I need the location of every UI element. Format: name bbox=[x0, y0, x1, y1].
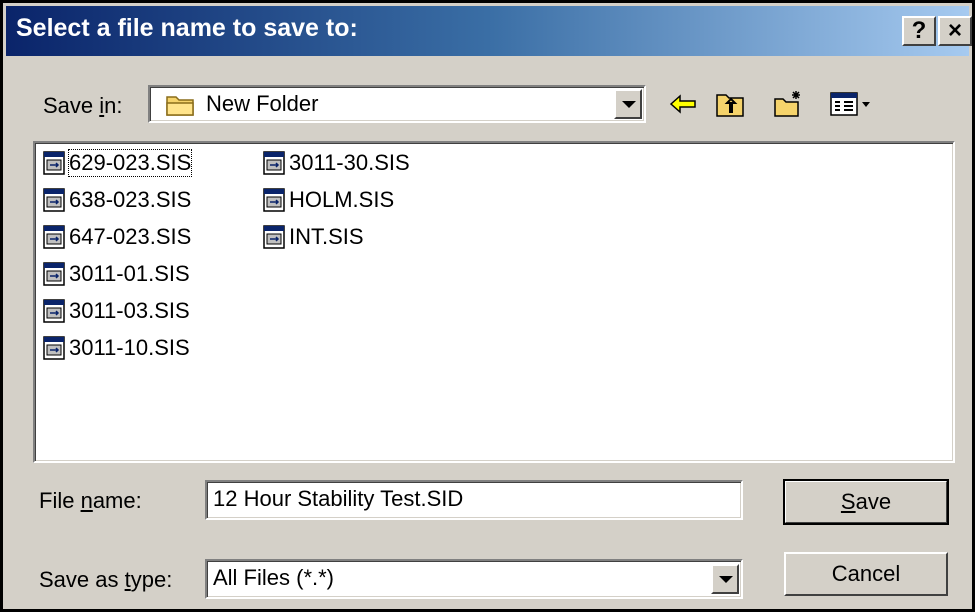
save-in-label: Save in: bbox=[43, 93, 123, 118]
file-list-item[interactable]: INT.SIS bbox=[263, 222, 364, 252]
sis-file-icon bbox=[263, 188, 285, 212]
file-name-text: 647-023.SIS bbox=[69, 224, 192, 249]
sis-file-icon bbox=[43, 225, 65, 249]
file-list-item[interactable]: 3011-03.SIS bbox=[43, 296, 190, 326]
sis-file-icon bbox=[263, 225, 285, 249]
file-name-text: 3011-30.SIS bbox=[289, 150, 410, 175]
file-name-text: 3011-03.SIS bbox=[69, 298, 190, 323]
close-button[interactable]: × bbox=[938, 16, 972, 46]
file-name-text: 638-023.SIS bbox=[69, 187, 192, 212]
file-list-item[interactable]: 3011-01.SIS bbox=[43, 259, 190, 289]
save-button[interactable]: Save bbox=[783, 479, 949, 525]
save-dialog: Select a file name to save to: ? × Save … bbox=[0, 0, 975, 612]
sis-file-icon bbox=[43, 188, 65, 212]
up-folder-icon[interactable] bbox=[715, 89, 745, 119]
view-menu-icon[interactable] bbox=[829, 89, 875, 119]
folder-icon bbox=[166, 96, 194, 116]
file-list-item[interactable]: 3011-30.SIS bbox=[263, 148, 410, 178]
new-folder-icon[interactable] bbox=[773, 89, 803, 119]
file-list-item[interactable]: 647-023.SIS bbox=[43, 222, 191, 252]
title-bar[interactable]: Select a file name to save to: ? × bbox=[6, 6, 972, 56]
file-list-item[interactable]: 629-023.SIS bbox=[43, 148, 193, 178]
file-list-item[interactable]: 638-023.SIS bbox=[43, 185, 191, 215]
back-arrow-icon[interactable] bbox=[668, 89, 698, 119]
file-name-value: 12 Hour Stability Test.SID bbox=[213, 486, 464, 511]
sis-file-icon bbox=[43, 336, 65, 360]
sis-file-icon bbox=[43, 262, 65, 286]
save-as-type-value: All Files (*.*) bbox=[213, 565, 335, 590]
file-name-input[interactable]: 12 Hour Stability Test.SID bbox=[205, 480, 743, 520]
cancel-button[interactable]: Cancel bbox=[784, 552, 948, 596]
file-name-text: 3011-10.SIS bbox=[69, 335, 190, 360]
save-as-type-label: Save as type: bbox=[39, 567, 173, 592]
sis-file-icon bbox=[263, 151, 285, 175]
file-name-text: HOLM.SIS bbox=[289, 187, 395, 212]
sis-file-icon bbox=[43, 299, 65, 323]
sis-file-icon bbox=[43, 151, 65, 175]
file-name-label: File name: bbox=[39, 488, 142, 513]
dialog-title: Select a file name to save to: bbox=[16, 14, 358, 42]
file-list-item[interactable]: 3011-10.SIS bbox=[43, 333, 190, 363]
file-name-text: INT.SIS bbox=[289, 224, 364, 249]
file-name-text: 629-023.SIS bbox=[67, 149, 193, 177]
help-button[interactable]: ? bbox=[902, 16, 936, 46]
file-name-text: 3011-01.SIS bbox=[69, 261, 190, 286]
save-in-value: New Folder bbox=[206, 91, 319, 116]
save-as-type-combo[interactable]: All Files (*.*) bbox=[205, 559, 743, 599]
file-list[interactable]: 629-023.SIS 638-023.SIS 647-023.SIS 3011-01… bbox=[33, 141, 955, 463]
save-as-type-dropdown-button[interactable] bbox=[711, 564, 739, 594]
file-list-item[interactable]: HOLM.SIS bbox=[263, 185, 394, 215]
save-in-combo[interactable]: New Folder bbox=[148, 85, 646, 123]
save-in-dropdown-button[interactable] bbox=[614, 89, 642, 119]
